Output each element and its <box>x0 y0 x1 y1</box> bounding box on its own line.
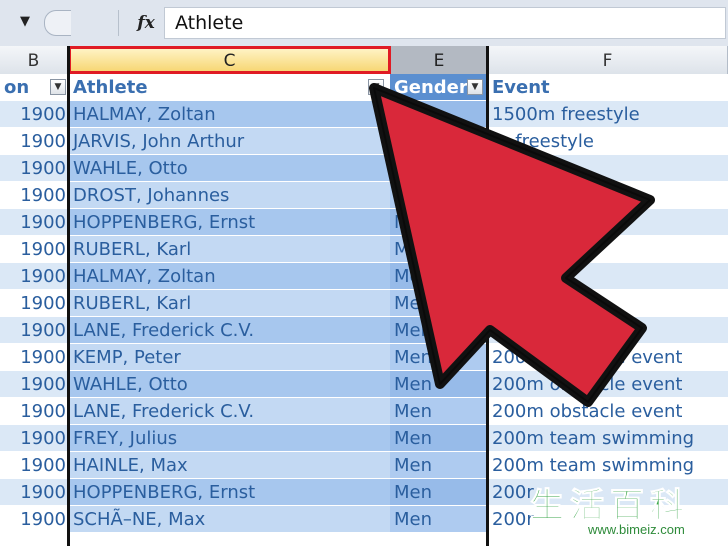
cell-gender[interactable] <box>390 128 488 155</box>
cell-athlete[interactable]: FREY, Julius <box>70 425 390 452</box>
cell-year[interactable]: 1900 <box>0 371 70 398</box>
cell-athlete[interactable]: WAHLE, Otto <box>70 371 390 398</box>
filter-dropdown-icon[interactable]: ▼ <box>368 79 384 95</box>
cell-year[interactable]: 1900 <box>0 317 70 344</box>
filter-dropdown-icon[interactable]: ▼ <box>50 79 66 95</box>
table-row: 1900 KEMP, Peter Men 200m obstacle event <box>0 344 728 371</box>
table-row: 1900 RUBERL, Karl Men stroke <box>0 236 728 263</box>
cell-athlete[interactable]: KEMP, Peter <box>70 344 390 371</box>
cell-gender[interactable]: Men <box>390 290 488 317</box>
column-header-b[interactable]: B <box>0 46 68 74</box>
cell-athlete[interactable]: RUBERL, Karl <box>70 236 390 263</box>
cell-gender[interactable] <box>390 101 488 128</box>
cell-athlete[interactable]: HALMAY, Zoltan <box>70 101 390 128</box>
cell-year[interactable]: 1900 <box>0 290 70 317</box>
cell-gender[interactable] <box>390 155 488 182</box>
table-row: 1900 LANE, Frederick C.V. Men 200m obstacle… <box>0 398 728 425</box>
column-border-left <box>67 46 70 546</box>
cell-gender[interactable]: Men <box>390 398 488 425</box>
cell-athlete[interactable]: HOPPENBERG, Ernst <box>70 209 390 236</box>
cell-gender[interactable]: Me <box>390 182 488 209</box>
column-header-e[interactable]: E <box>391 46 488 74</box>
cell-athlete[interactable]: HOPPENBERG, Ernst <box>70 479 390 506</box>
cell-athlete[interactable]: RUBERL, Karl <box>70 290 390 317</box>
cell-event[interactable] <box>488 182 728 209</box>
cell-year[interactable]: 1900 <box>0 398 70 425</box>
cell-year[interactable]: 1900 <box>0 479 70 506</box>
name-box-dropdown-icon[interactable]: ▼ <box>14 10 36 34</box>
cell-gender[interactable]: Men <box>390 263 488 290</box>
cell-athlete[interactable]: LANE, Frederick C.V. <box>70 398 390 425</box>
cell-athlete[interactable]: JARVIS, John Arthur <box>70 128 390 155</box>
cell-athlete[interactable]: HAINLE, Max <box>70 452 390 479</box>
filter-dropdown-icon[interactable]: ▼ <box>467 79 483 95</box>
column-header-f[interactable]: F <box>488 46 728 74</box>
cell-event[interactable]: 200m team swimming <box>488 452 728 479</box>
cell-year[interactable]: 1900 <box>0 425 70 452</box>
cell-athlete[interactable]: SCHÃ–NE, Max <box>70 506 390 533</box>
cell-year[interactable]: 1900 <box>0 128 70 155</box>
cell-gender[interactable]: Men <box>390 506 488 533</box>
cell-event[interactable]: m freestyle <box>488 128 728 155</box>
watermark-logo-text: 生活百科 <box>530 486 690 527</box>
cell-event[interactable]: 1500m freestyle <box>488 101 728 128</box>
table-row: 1900 DROST, Johannes Me <box>0 182 728 209</box>
cell-athlete[interactable]: DROST, Johannes <box>70 182 390 209</box>
formula-input[interactable]: Athlete <box>164 7 726 39</box>
table-row: 1900 HOPPENBERG, Ernst Me ckstroke <box>0 209 728 236</box>
cell-gender[interactable]: Men <box>390 344 488 371</box>
cell-athlete[interactable]: LANE, Frederick C.V. <box>70 317 390 344</box>
cell-gender[interactable]: Men <box>390 452 488 479</box>
cell-year[interactable]: 1900 <box>0 236 70 263</box>
cell-gender[interactable]: Men <box>390 371 488 398</box>
cell-year[interactable]: 1900 <box>0 101 70 128</box>
header-cell-event[interactable]: Event <box>488 74 728 101</box>
cell-year[interactable]: 1900 <box>0 263 70 290</box>
table-row: 1900 HAINLE, Max Men 200m team swimming <box>0 452 728 479</box>
formula-bar-divider <box>118 10 119 36</box>
cell-gender[interactable]: Men <box>390 317 488 344</box>
cell-athlete[interactable]: WAHLE, Otto <box>70 155 390 182</box>
table-row: 1900 FREY, Julius Men 200m team swimming <box>0 425 728 452</box>
cell-year[interactable]: 1900 <box>0 182 70 209</box>
formula-bar: ▼ fx Athlete <box>0 0 728 47</box>
column-header-bar: B C E F <box>0 46 728 75</box>
header-cell-athlete[interactable]: Athlete <box>70 74 390 101</box>
cell-event[interactable]: 200m obstacle event <box>488 371 728 398</box>
cell-event[interactable]: 200m obstacle event <box>488 344 728 371</box>
column-header-c[interactable]: C <box>68 46 391 74</box>
cell-event[interactable]: 200m obstacle event <box>488 398 728 425</box>
insert-function-fx-icon[interactable]: fx <box>133 8 159 38</box>
cell-gender[interactable]: Men <box>390 236 488 263</box>
cell-year[interactable]: 1900 <box>0 155 70 182</box>
cell-year[interactable]: 1900 <box>0 452 70 479</box>
cell-event[interactable]: ckstroke <box>488 209 728 236</box>
table-row: 1900 JARVIS, John Arthur m freestyle <box>0 128 728 155</box>
cell-event[interactable] <box>488 155 728 182</box>
cell-event[interactable]: stroke <box>488 236 728 263</box>
table-row: 1900 HALMAY, Zoltan Men <box>0 263 728 290</box>
cell-year[interactable]: 1900 <box>0 506 70 533</box>
cell-athlete[interactable]: HALMAY, Zoltan <box>70 263 390 290</box>
cell-year[interactable]: 1900 <box>0 209 70 236</box>
spreadsheet-grid: on ▼ Athlete ▼ Gender ▼ Event 1900 HALMAY… <box>0 74 728 546</box>
table-row: 1900 HALMAY, Zoltan 1500m freestyle <box>0 101 728 128</box>
cell-gender[interactable]: Men <box>390 425 488 452</box>
cell-year[interactable]: 1900 <box>0 344 70 371</box>
table-row: 1900 WAHLE, Otto <box>0 155 728 182</box>
table-row: 1900 WAHLE, Otto Men 200m obstacle event <box>0 371 728 398</box>
table-row: 1900 LANE, Frederick C.V. Men 00m frees <box>0 317 728 344</box>
column-border-right <box>486 46 489 546</box>
cell-gender[interactable]: Me <box>390 209 488 236</box>
formula-bar-resize-handle[interactable] <box>44 10 71 36</box>
cell-gender[interactable]: Men <box>390 479 488 506</box>
cell-event[interactable] <box>488 263 728 290</box>
cell-event[interactable]: 00m frees <box>488 317 728 344</box>
table-row: 1900 RUBERL, Karl Men m fr <box>0 290 728 317</box>
watermark: 生活百科 www.bimeiz.com <box>530 478 726 542</box>
cell-event[interactable]: 200m team swimming <box>488 425 728 452</box>
cell-event[interactable]: m fr <box>488 290 728 317</box>
watermark-url: www.bimeiz.com <box>588 522 685 537</box>
table-header-row: on ▼ Athlete ▼ Gender ▼ Event <box>0 74 728 101</box>
